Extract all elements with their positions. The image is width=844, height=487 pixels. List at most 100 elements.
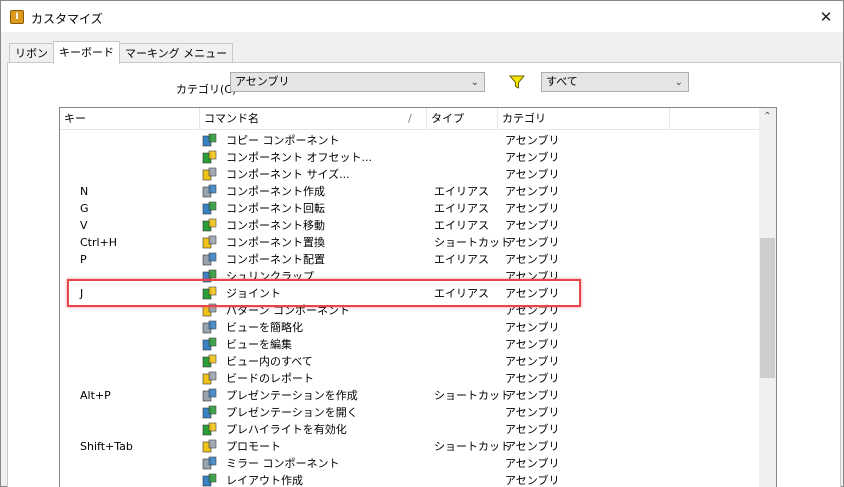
row-command-name: コンポーネント移動 (226, 219, 325, 232)
table-row[interactable]: V コンポーネント移動 エイリアス アセンブリ (60, 217, 760, 234)
table-row[interactable]: コンポーネント オフセット... アセンブリ (60, 149, 760, 166)
row-category: アセンブリ (505, 270, 560, 283)
row-type: ショートカット (434, 236, 511, 249)
create-component-icon (202, 184, 217, 198)
row-category: アセンブリ (505, 185, 560, 198)
table-row[interactable]: Alt+P プレゼンテーションを作成 ショートカット アセンブリ (60, 387, 760, 404)
chevron-down-icon: ⌄ (674, 77, 683, 88)
list-header: キー コマンド名 / タイプ カテゴリ (60, 108, 760, 130)
table-row[interactable]: ミラー コンポーネント アセンブリ (60, 455, 760, 472)
row-command-name: コンポーネント回転 (226, 202, 325, 215)
title-bar: I カスタマイズ ✕ (1, 1, 843, 32)
row-category: アセンブリ (505, 338, 560, 351)
category-select[interactable]: アセンブリ ⌄ (230, 72, 485, 92)
row-category: アセンブリ (505, 304, 560, 317)
shrinkwrap-icon (202, 269, 217, 283)
category-select-value: アセンブリ (235, 75, 290, 88)
row-key: P (80, 253, 87, 266)
row-category: アセンブリ (505, 457, 560, 470)
row-key: Shift+Tab (80, 440, 133, 453)
column-header-command[interactable]: コマンド名 (200, 108, 427, 130)
component-offset-icon (202, 150, 217, 164)
vertical-scrollbar[interactable]: ⌃ (759, 108, 776, 487)
row-command-name: コピー コンポーネント (226, 134, 340, 147)
row-key: Alt+P (80, 389, 111, 402)
table-row[interactable]: コンポーネント サイズ... アセンブリ (60, 166, 760, 183)
create-presentation-icon (202, 388, 217, 402)
row-category: アセンブリ (505, 219, 560, 232)
row-command-name: ビュー内のすべて (226, 355, 313, 368)
close-button[interactable]: ✕ (809, 1, 843, 32)
table-row[interactable]: G コンポーネント回転 エイリアス アセンブリ (60, 200, 760, 217)
row-category: アセンブリ (505, 389, 560, 402)
command-list: キー コマンド名 / タイプ カテゴリ コピー コンポーネント アセンブリ コンポー… (59, 107, 777, 487)
scope-select[interactable]: すべて ⌄ (541, 72, 689, 92)
scroll-thumb[interactable] (760, 238, 775, 378)
row-command-name: パターン コンポーネント (226, 304, 350, 317)
row-category: アセンブリ (505, 355, 560, 368)
row-command-name: ビードのレポート (226, 372, 314, 385)
promote-icon (202, 439, 217, 453)
table-row[interactable]: ビューを編集 アセンブリ (60, 336, 760, 353)
row-command-name: プレハイライトを有効化 (226, 423, 347, 436)
table-row[interactable]: ビードのレポート アセンブリ (60, 370, 760, 387)
table-row[interactable]: Shift+Tab プロモート ショートカット アセンブリ (60, 438, 760, 455)
filter-icon[interactable] (509, 74, 525, 90)
table-row[interactable]: コピー コンポーネント アセンブリ (60, 132, 760, 149)
row-key: Ctrl+H (80, 236, 118, 249)
move-component-icon (202, 218, 217, 232)
enable-prehighlight-icon (202, 422, 217, 436)
row-command-name: ビューを簡略化 (226, 321, 303, 334)
column-header-key[interactable]: キー (60, 108, 200, 130)
tab-ribbon[interactable]: リボン (9, 43, 54, 64)
row-command-name: コンポーネント サイズ... (226, 168, 350, 181)
row-command-name: コンポーネント オフセット... (226, 151, 372, 164)
row-command-name: プレゼンテーションを開く (226, 406, 358, 419)
open-presentation-icon (202, 405, 217, 419)
row-command-name: シュリンクラップ (226, 270, 314, 283)
rotate-component-icon (202, 201, 217, 215)
table-row[interactable]: ビュー内のすべて アセンブリ (60, 353, 760, 370)
row-command-name: ビューを編集 (226, 338, 292, 351)
column-header-type[interactable]: タイプ (427, 108, 498, 130)
table-row[interactable]: レイアウト作成 アセンブリ (60, 472, 760, 487)
mirror-component-icon (202, 456, 217, 470)
table-row[interactable]: プレゼンテーションを開く アセンブリ (60, 404, 760, 421)
row-type: エイリアス (434, 253, 489, 266)
tab-marking-menu[interactable]: マーキング メニュー (119, 43, 234, 64)
row-category: アセンブリ (505, 321, 560, 334)
row-command-name: コンポーネント配置 (226, 253, 325, 266)
tab-keyboard[interactable]: キーボード (53, 41, 120, 64)
row-category: アセンブリ (505, 236, 560, 249)
row-category: アセンブリ (505, 287, 560, 300)
pattern-component-icon (202, 303, 217, 317)
table-row[interactable]: パターン コンポーネント アセンブリ (60, 302, 760, 319)
table-row[interactable]: シュリンクラップ アセンブリ (60, 268, 760, 285)
edit-view-icon (202, 337, 217, 351)
row-category: アセンブリ (505, 372, 560, 385)
row-key: N (80, 185, 89, 198)
simplify-view-icon (202, 320, 217, 334)
place-component-icon (202, 252, 217, 266)
row-type: ショートカット (434, 389, 511, 402)
row-category: アセンブリ (505, 406, 560, 419)
row-category: アセンブリ (505, 253, 560, 266)
bead-report-icon (202, 371, 217, 385)
copy-component-icon (202, 133, 217, 147)
scope-select-value: すべて (546, 75, 578, 88)
inventor-app-icon: I (10, 10, 24, 24)
table-row[interactable]: J ジョイント エイリアス アセンブリ (60, 285, 760, 302)
scroll-up-icon[interactable]: ⌃ (759, 108, 776, 125)
column-header-category[interactable]: カテゴリ (498, 108, 670, 130)
row-type: ショートカット (434, 440, 511, 453)
row-command-name: コンポーネント作成 (226, 185, 325, 198)
table-row[interactable]: P コンポーネント配置 エイリアス アセンブリ (60, 251, 760, 268)
row-type: エイリアス (434, 185, 489, 198)
table-row[interactable]: Ctrl+H コンポーネント置換 ショートカット アセンブリ (60, 234, 760, 251)
table-row[interactable]: N コンポーネント作成 エイリアス アセンブリ (60, 183, 760, 200)
row-category: アセンブリ (505, 440, 560, 453)
table-row[interactable]: ビューを簡略化 アセンブリ (60, 319, 760, 336)
customize-dialog: I カスタマイズ ✕ リボン キーボード マーキング メニュー カテゴリ(C) … (0, 0, 844, 487)
row-key: J (80, 287, 84, 300)
table-row[interactable]: プレハイライトを有効化 アセンブリ (60, 421, 760, 438)
